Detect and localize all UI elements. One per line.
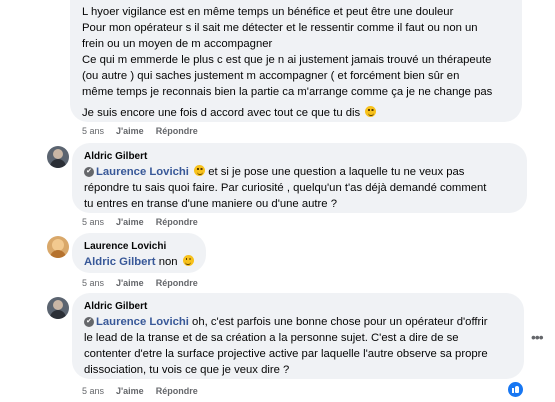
- avatar[interactable]: [47, 236, 69, 258]
- like-button[interactable]: J'aime: [116, 126, 144, 136]
- comment-actions: 5 ans J'aime Répondre: [82, 126, 210, 136]
- comment-line: même temps je reconnais bien la partie c…: [82, 86, 493, 98]
- smiling-face-emoji: [182, 255, 194, 266]
- timestamp[interactable]: 5 ans: [82, 217, 104, 227]
- comment-author[interactable]: Aldric Gilbert: [84, 151, 515, 162]
- mention-link[interactable]: Laurence Lovichi: [96, 166, 189, 178]
- comment-actions: 5 ans J'aime Répondre: [82, 217, 210, 227]
- comment-text: ✔ Laurence Lovichi et si je pose une ques…: [84, 164, 515, 212]
- reply-button[interactable]: Répondre: [156, 217, 198, 227]
- comment-line: le lead de la transe et de sa création a…: [84, 332, 459, 344]
- comment-line: dissociation, tu vois ce que je veux dir…: [84, 364, 290, 376]
- thumbs-up-icon[interactable]: [506, 380, 525, 399]
- comment-line: répondre tu sais quoi faire. Par curiosi…: [84, 182, 487, 194]
- comment-bubble: Aldric Gilbert ✔ Laurence Lovichi oh, c'e…: [72, 293, 524, 379]
- comment-line: frein ou un moyen de m accompagner: [82, 38, 273, 50]
- more-options-icon[interactable]: •••: [531, 329, 544, 345]
- comment-text: Aldric Gilbert non: [84, 254, 194, 270]
- comment-line: ✔ Laurence Lovichi et si je pose une ques…: [84, 164, 515, 180]
- comment-actions: 5 ans J'aime Répondre: [82, 386, 210, 396]
- mention-link[interactable]: Laurence Lovichi: [96, 316, 189, 328]
- comment-bubble: Aldric Gilbert ✔ Laurence Lovichi et si j…: [72, 143, 527, 213]
- comment-line: contenter d'etre la surface projective a…: [84, 348, 488, 360]
- comment-actions: 5 ans J'aime Répondre: [82, 278, 210, 288]
- reply-button[interactable]: Répondre: [156, 386, 198, 396]
- comment-author[interactable]: Laurence Lovichi: [84, 241, 194, 252]
- reply-button[interactable]: Répondre: [156, 126, 198, 136]
- comment-line: (ou autre ) qui saches justement m accom…: [82, 70, 460, 82]
- like-button[interactable]: J'aime: [116, 278, 144, 288]
- comment-line: ✔ Laurence Lovichi oh, c'est parfois une …: [84, 314, 512, 330]
- like-button[interactable]: J'aime: [116, 386, 144, 396]
- comment-line: L hyoer vigilance est en même temps un b…: [82, 6, 454, 18]
- mention-link[interactable]: Aldric Gilbert: [84, 256, 156, 268]
- reply-button[interactable]: Répondre: [156, 278, 198, 288]
- comment-line: Ce qui m emmerde le plus c est que je n …: [82, 54, 492, 66]
- comment-author[interactable]: Aldric Gilbert: [84, 301, 512, 312]
- avatar[interactable]: [47, 297, 69, 319]
- comment-bubble: Laurence Lovichi Aldric Gilbert non: [72, 233, 206, 273]
- comment-text: L hyoer vigilance est en même temps un b…: [82, 4, 510, 121]
- comment-line: Je suis encore une fois d accord avec to…: [82, 105, 510, 121]
- comment-bubble: L hyoer vigilance est en même temps un b…: [70, 0, 522, 122]
- mention-user-icon: ✔: [84, 317, 94, 328]
- mention-user-icon: ✔: [84, 167, 94, 178]
- smiling-face-emoji: [365, 106, 377, 117]
- like-button[interactable]: J'aime: [116, 217, 144, 227]
- smiling-face-emoji: [194, 165, 206, 176]
- timestamp[interactable]: 5 ans: [82, 386, 104, 396]
- comment-line: Pour mon opérateur s il sait me détecter…: [82, 22, 478, 34]
- timestamp[interactable]: 5 ans: [82, 126, 104, 136]
- comment-line: tu entres en transe d'une maniere ou d'u…: [84, 198, 338, 210]
- comment-text: ✔ Laurence Lovichi oh, c'est parfois une …: [84, 314, 512, 378]
- timestamp[interactable]: 5 ans: [82, 278, 104, 288]
- avatar[interactable]: [47, 146, 69, 168]
